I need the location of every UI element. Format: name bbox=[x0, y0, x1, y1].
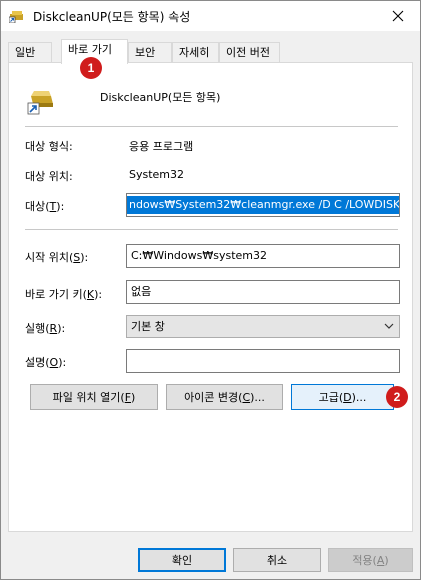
tab-security[interactable]: 보안 bbox=[128, 42, 172, 63]
shortcut-app-icon bbox=[9, 11, 23, 23]
start-in-label: 시작 위치(S): bbox=[25, 249, 88, 265]
run-label-suffix: ): bbox=[57, 322, 66, 335]
tab-general[interactable]: 일반 bbox=[8, 42, 52, 63]
target-label-suffix: ): bbox=[56, 200, 65, 213]
comment-field[interactable] bbox=[126, 349, 400, 373]
window-title: DiskcleanUP(모든 항목) 속성 bbox=[33, 10, 191, 24]
tab-previous-versions[interactable]: 이전 버전 bbox=[219, 42, 280, 63]
shortcut-target-icon bbox=[27, 91, 53, 115]
separator bbox=[25, 229, 398, 230]
start-in-field[interactable]: C:₩Windows₩system32 bbox=[126, 244, 400, 268]
advanced-key: D bbox=[343, 390, 352, 404]
tab-details[interactable]: 자세히 bbox=[172, 42, 219, 63]
annotation-badge-2: 2 bbox=[386, 386, 408, 408]
comment-label-suffix: ): bbox=[58, 356, 67, 369]
change-icon-key: C bbox=[242, 390, 251, 404]
open-location-suffix: ) bbox=[131, 390, 136, 404]
change-icon-button[interactable]: 아이콘 변경(C)... bbox=[166, 384, 283, 410]
target-location-label: 대상 위치: bbox=[25, 170, 73, 183]
close-button[interactable] bbox=[384, 5, 412, 27]
run-label: 실행(R): bbox=[25, 320, 65, 336]
apply-prefix: 적용( bbox=[352, 554, 377, 567]
start-in-label-suffix: ): bbox=[80, 251, 89, 264]
target-type-value: 응용 프로그램 bbox=[129, 140, 194, 153]
run-label-prefix: 실행( bbox=[25, 322, 50, 335]
comment-label-prefix: 설명( bbox=[25, 356, 50, 369]
advanced-prefix: 고급( bbox=[318, 391, 344, 404]
open-location-prefix: 파일 위치 열기( bbox=[52, 391, 125, 404]
cancel-button[interactable]: 취소 bbox=[233, 548, 321, 572]
apply-key: A bbox=[376, 553, 385, 567]
shortcut-key-label-prefix: 바로 가기 키( bbox=[25, 288, 87, 301]
advanced-suffix: )... bbox=[351, 390, 367, 404]
properties-dialog: DiskcleanUP(모든 항목) 속성 일반 바로 가기 보안 자세히 이전… bbox=[0, 0, 421, 580]
open-file-location-button[interactable]: 파일 위치 열기(F) bbox=[30, 384, 158, 410]
target-value: ndows₩System32₩cleanmgr.exe /D C /LOWDIS… bbox=[127, 196, 399, 214]
target-field[interactable]: ndows₩System32₩cleanmgr.exe /D C /LOWDIS… bbox=[126, 193, 400, 217]
comment-label: 설명(O): bbox=[25, 354, 66, 370]
change-icon-suffix: )... bbox=[250, 390, 265, 404]
shortcut-key-field[interactable]: 없음 bbox=[126, 280, 400, 304]
target-location-value: System32 bbox=[129, 168, 185, 181]
chevron-down-icon bbox=[384, 323, 394, 329]
title-bar[interactable]: DiskcleanUP(모든 항목) 속성 bbox=[1, 1, 420, 31]
change-icon-prefix: 아이콘 변경( bbox=[184, 391, 243, 404]
advanced-button[interactable]: 고급(D)... bbox=[291, 384, 394, 410]
close-icon bbox=[392, 10, 404, 22]
ok-button[interactable]: 확인 bbox=[138, 548, 226, 572]
separator bbox=[25, 126, 398, 127]
shortcut-key-label: 바로 가기 키(K): bbox=[25, 286, 102, 302]
apply-button[interactable]: 적용(A) bbox=[328, 548, 413, 572]
shortcut-name: DiskcleanUP(모든 항목) bbox=[100, 91, 221, 104]
shortcut-key-label-suffix: ): bbox=[94, 288, 103, 301]
target-label: 대상(T): bbox=[25, 198, 64, 214]
apply-suffix: ) bbox=[384, 553, 389, 567]
annotation-badge-1: 1 bbox=[80, 57, 102, 79]
target-type-label: 대상 형식: bbox=[25, 140, 73, 153]
comment-label-key: O bbox=[49, 356, 59, 369]
target-label-prefix: 대상( bbox=[25, 200, 50, 213]
run-select[interactable]: 기본 창 bbox=[126, 315, 400, 338]
run-select-value: 기본 창 bbox=[131, 320, 165, 333]
start-in-label-prefix: 시작 위치( bbox=[25, 251, 74, 264]
